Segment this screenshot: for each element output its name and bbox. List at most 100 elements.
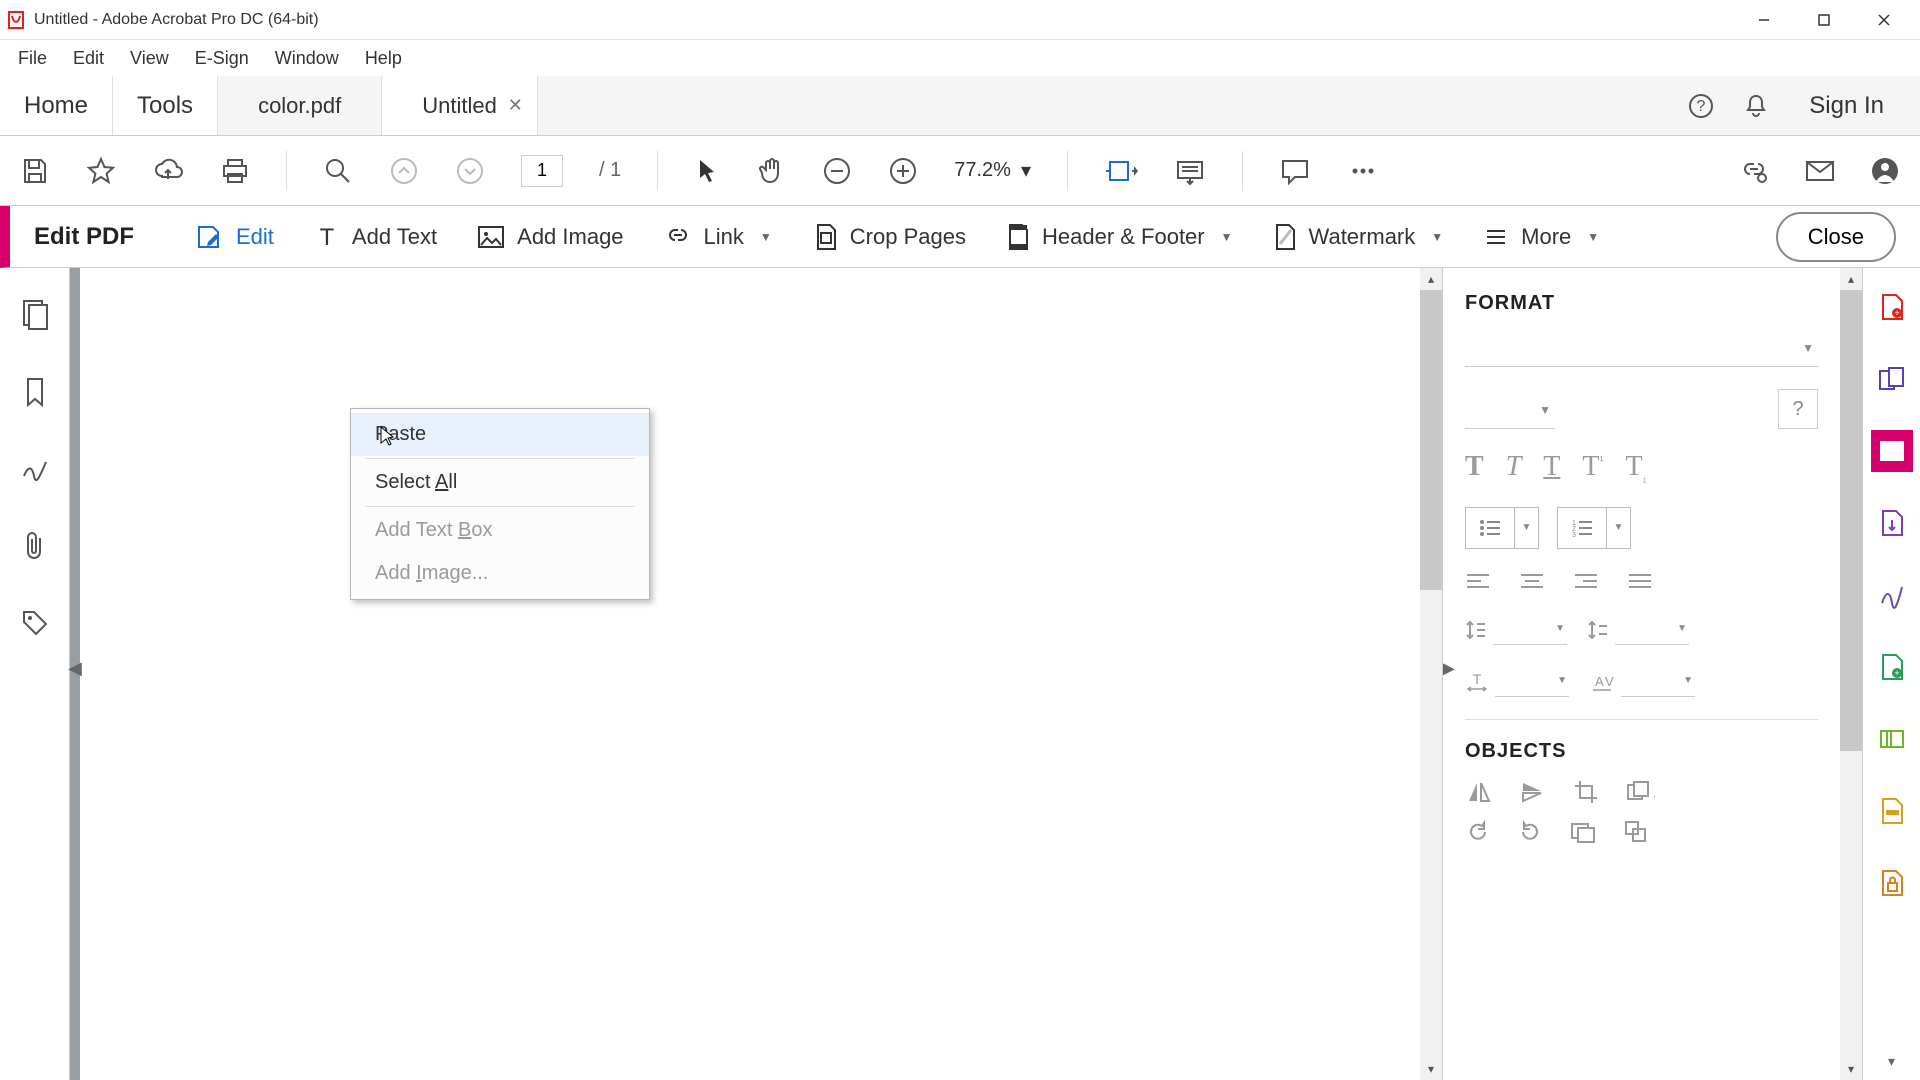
scroll-thumb[interactable] <box>1840 290 1862 751</box>
document-canvas[interactable]: ◀ Paste Select All Add Text Box Add Imag… <box>70 268 1420 1080</box>
export-pdf-tool-icon[interactable] <box>1871 502 1913 544</box>
edit-pdf-tool-icon[interactable] <box>1871 430 1913 472</box>
collapse-right-icon[interactable]: ▶ <box>1442 658 1455 679</box>
organize-pages-tool-icon[interactable]: + <box>1871 646 1913 688</box>
context-paste[interactable]: Paste <box>351 413 649 456</box>
combine-files-tool-icon[interactable] <box>1871 358 1913 400</box>
menu-edit[interactable]: Edit <box>61 42 116 75</box>
thumbnails-icon[interactable] <box>20 298 50 330</box>
menu-esign[interactable]: E-Sign <box>183 42 261 75</box>
share-link-icon[interactable] <box>1738 156 1770 186</box>
page-number-input[interactable] <box>521 155 563 187</box>
arrange-dropdown[interactable]: ▼ <box>1625 779 1655 805</box>
replace-image-icon[interactable] <box>1569 819 1597 845</box>
bold-icon[interactable]: T <box>1465 451 1484 485</box>
chevron-down-icon[interactable]: ▾ <box>1888 1053 1895 1080</box>
rotate-ccw-icon[interactable] <box>1465 819 1491 845</box>
print-icon[interactable] <box>220 156 250 186</box>
tab-untitled[interactable]: Untitled ✕ <box>382 76 538 135</box>
comment-icon[interactable] <box>1279 156 1311 186</box>
crop-icon[interactable] <box>1573 779 1599 805</box>
flip-vertical-icon[interactable] <box>1519 779 1547 805</box>
email-icon[interactable] <box>1804 158 1836 184</box>
chevron-down-icon[interactable]: ▼ <box>1606 508 1630 548</box>
hand-tool-icon[interactable] <box>756 156 786 186</box>
align-objects-dropdown[interactable] <box>1623 819 1653 845</box>
menu-view[interactable]: View <box>118 42 181 75</box>
scroll-up-icon[interactable]: ▴ <box>1420 268 1442 290</box>
add-text-button[interactable]: T Add Text <box>314 224 437 250</box>
page-area[interactable] <box>80 268 1420 1080</box>
superscript-icon[interactable]: T¹ <box>1582 451 1603 485</box>
bullet-list-button[interactable]: ▼ <box>1465 507 1539 549</box>
more-tools-icon[interactable] <box>1347 156 1379 186</box>
maximize-button[interactable] <box>1794 0 1854 40</box>
save-icon[interactable] <box>20 156 50 186</box>
compress-tool-icon[interactable] <box>1871 718 1913 760</box>
link-button[interactable]: Link ▼ <box>664 223 772 251</box>
tab-tools[interactable]: Tools <box>113 76 218 135</box>
notifications-icon[interactable] <box>1743 93 1769 119</box>
align-justify-icon[interactable] <box>1627 571 1653 593</box>
more-button[interactable]: More ▼ <box>1483 224 1599 250</box>
crop-pages-button[interactable]: Crop Pages <box>812 222 966 252</box>
close-edit-button[interactable]: Close <box>1776 212 1896 262</box>
create-pdf-tool-icon[interactable]: + <box>1871 286 1913 328</box>
scroll-down-icon[interactable]: ▾ <box>1840 1058 1862 1080</box>
account-icon[interactable] <box>1870 156 1900 186</box>
selection-tool-icon[interactable] <box>694 156 720 186</box>
fit-width-icon[interactable] <box>1104 156 1138 186</box>
font-size-dropdown[interactable]: ▼ <box>1465 389 1555 429</box>
line-spacing-control[interactable]: ▼ <box>1465 615 1567 645</box>
align-right-icon[interactable] <box>1573 571 1599 593</box>
cloud-upload-icon[interactable] <box>152 156 184 186</box>
tags-icon[interactable] <box>20 608 50 638</box>
character-spacing-control[interactable]: AV ▼ <box>1589 667 1695 697</box>
watermark-button[interactable]: Watermark ▼ <box>1273 222 1444 252</box>
signatures-icon[interactable] <box>20 454 50 484</box>
collapse-left-icon[interactable]: ◀ <box>68 658 82 679</box>
edit-button[interactable]: Edit <box>194 222 274 252</box>
zoom-in-icon[interactable] <box>888 156 918 186</box>
protect-tool-icon[interactable] <box>1871 862 1913 904</box>
page-down-icon[interactable] <box>455 156 485 186</box>
align-left-icon[interactable] <box>1465 571 1491 593</box>
header-footer-button[interactable]: Header & Footer ▼ <box>1006 222 1233 252</box>
align-center-icon[interactable] <box>1519 571 1545 593</box>
menu-file[interactable]: File <box>6 42 59 75</box>
minimize-button[interactable] <box>1734 0 1794 40</box>
scroll-up-icon[interactable]: ▴ <box>1840 268 1862 290</box>
sign-tool-icon[interactable] <box>1871 574 1913 616</box>
flip-horizontal-icon[interactable] <box>1465 779 1493 805</box>
format-help-icon[interactable]: ? <box>1778 389 1818 429</box>
help-icon[interactable]: ? <box>1687 92 1715 120</box>
context-add-image[interactable]: Add Image... <box>351 552 649 595</box>
context-select-all[interactable]: Select All <box>351 461 649 504</box>
search-icon[interactable] <box>323 156 353 186</box>
bookmarks-icon[interactable] <box>23 376 47 408</box>
rotate-cw-icon[interactable] <box>1517 819 1543 845</box>
underline-icon[interactable]: T <box>1543 451 1560 485</box>
page-up-icon[interactable] <box>389 156 419 186</box>
chevron-down-icon[interactable]: ▼ <box>1514 508 1538 548</box>
scroll-down-icon[interactable]: ▾ <box>1420 1058 1442 1080</box>
numbered-list-button[interactable]: 123 ▼ <box>1557 507 1631 549</box>
zoom-dropdown[interactable]: 77.2%▾ <box>954 158 1031 183</box>
sign-in-link[interactable]: Sign In <box>1797 92 1896 120</box>
italic-icon[interactable]: T <box>1506 451 1522 485</box>
star-icon[interactable] <box>86 156 116 186</box>
redact-tool-icon[interactable] <box>1871 790 1913 832</box>
font-family-dropdown[interactable]: ▼ <box>1465 335 1818 367</box>
zoom-out-icon[interactable] <box>822 156 852 186</box>
close-button[interactable] <box>1854 0 1914 40</box>
scroll-thumb[interactable] <box>1420 290 1442 590</box>
menu-help[interactable]: Help <box>353 42 414 75</box>
tab-home[interactable]: Home <box>0 76 113 135</box>
canvas-scrollbar[interactable]: ▴ ▾ <box>1420 268 1442 1080</box>
tab-color-pdf[interactable]: color.pdf <box>218 76 382 135</box>
format-scrollbar[interactable]: ▴ ▾ <box>1840 268 1862 1080</box>
attachments-icon[interactable] <box>22 530 48 562</box>
menu-window[interactable]: Window <box>263 42 351 75</box>
subscript-icon[interactable]: T₁ <box>1625 451 1646 485</box>
context-add-text-box[interactable]: Add Text Box <box>351 509 649 552</box>
